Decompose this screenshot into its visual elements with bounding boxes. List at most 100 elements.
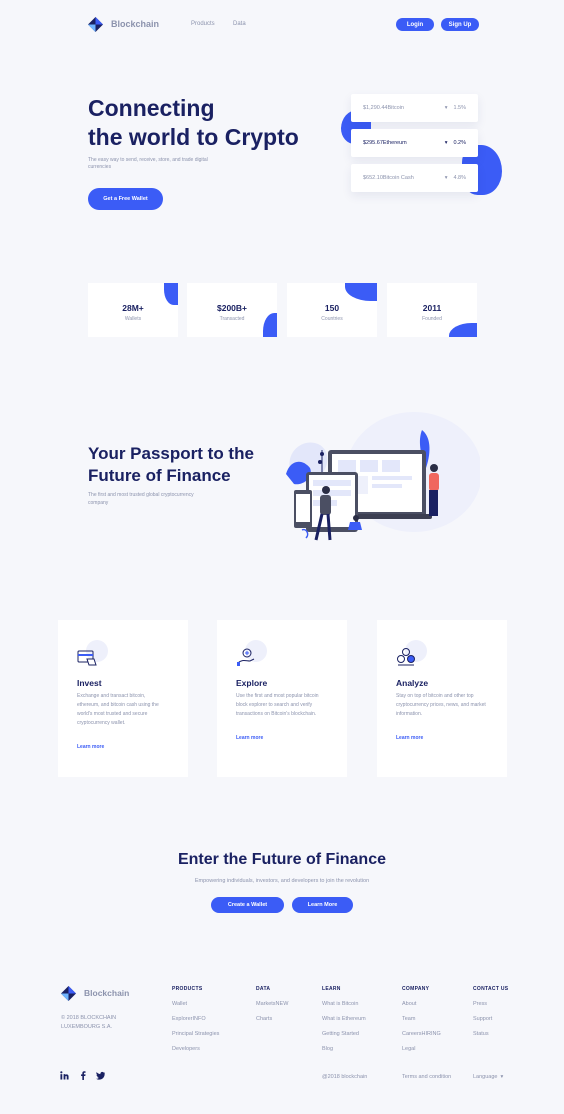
- change-value: 0.2%: [453, 140, 466, 146]
- footer-logo-icon[interactable]: [61, 986, 76, 1001]
- stat-label: Wallets: [124, 316, 142, 322]
- feature-title: Explore: [236, 678, 268, 688]
- price-card[interactable]: $295.67 Ethereum ▾ 0.2%: [351, 129, 478, 157]
- feature-text: Use the first and most popular bitcoin b…: [236, 693, 319, 717]
- feature-text: Exchange and transact bitcoin, ethereum,…: [77, 693, 159, 726]
- wallet-card-icon: [77, 650, 97, 666]
- learn-more-link[interactable]: Learn more: [236, 735, 328, 741]
- footer-link[interactable]: Developers: [172, 1046, 219, 1061]
- stat-value: $200B+: [216, 303, 247, 313]
- feature-card: Explore Use the first and most popular b…: [217, 620, 347, 777]
- footer-link[interactable]: Team: [402, 1016, 441, 1031]
- footer-bottom-copyright: @2018 blockchain: [322, 1074, 368, 1080]
- footer-link[interactable]: Legal: [402, 1046, 441, 1061]
- footer-heading: CONTACT US: [473, 986, 509, 992]
- price-change: ▾ 0.2%: [445, 140, 466, 146]
- footer-link[interactable]: About: [402, 1001, 441, 1016]
- price-change: ▾ 1.5%: [445, 105, 466, 111]
- chevron-down-icon: ▾: [500, 1074, 504, 1080]
- stat-value: 2011: [422, 303, 442, 313]
- stat-card: 28M+ Wallets: [88, 283, 178, 337]
- stat-label: Countries: [321, 316, 343, 322]
- change-value: 4.8%: [453, 175, 466, 181]
- linkedin-icon[interactable]: [60, 1071, 69, 1080]
- feature-card: Invest Exchange and transact bitcoin, et…: [58, 620, 188, 777]
- decor-blob: [164, 283, 178, 305]
- footer-link[interactable]: Charts: [256, 1016, 288, 1031]
- footer-column-contact: CONTACT US Press Support Status: [473, 986, 508, 1046]
- analyze-coins-icon: [397, 648, 415, 666]
- footer-link[interactable]: ExplorerINFO: [172, 1016, 219, 1031]
- decor-blob: [345, 283, 377, 301]
- coin-name: Bitcoin: [387, 105, 404, 111]
- decor-blob: [449, 323, 477, 337]
- footer-link[interactable]: Wallet: [172, 1001, 219, 1016]
- footer-column-products: PRODUCTS Wallet ExplorerINFO Principal S…: [172, 986, 219, 1061]
- explore-hand-icon: [237, 648, 255, 666]
- chevron-down-icon: ▾: [444, 140, 448, 146]
- footer-link[interactable]: What is Ethereum: [322, 1016, 366, 1031]
- footer-copyright: © 2018 BLOCKCHAIN LUXEMBOURG S.A.: [61, 1015, 117, 1030]
- price-card[interactable]: $652.10 Bitcoin Cash ▾ 4.8%: [351, 164, 478, 192]
- footer-link[interactable]: Support: [473, 1016, 508, 1031]
- stat-value: 28M+: [122, 303, 144, 313]
- footer-brand-name[interactable]: Blockchain: [84, 988, 129, 998]
- price-value: $1,290.44: [363, 105, 388, 111]
- chevron-down-icon: ▾: [444, 175, 448, 181]
- enter-title: Enter the Future of Finance: [177, 851, 386, 868]
- footer-link[interactable]: Blog: [322, 1046, 366, 1061]
- devices-illustration: [286, 412, 480, 541]
- stat-label: Transacted: [219, 316, 245, 322]
- stat-value: 150: [324, 303, 340, 313]
- footer-column-learn: LEARN What is Bitcoin What is Ethereum G…: [322, 986, 366, 1061]
- footer-heading: LEARN: [322, 986, 341, 992]
- footer-link[interactable]: CareersHIRING: [402, 1031, 441, 1046]
- price-value: $295.67: [363, 140, 383, 146]
- hero-title-line1: Connecting: [88, 95, 215, 121]
- passport-subtitle: The first and most trusted global crypto…: [88, 492, 194, 506]
- terms-link[interactable]: Terms and condition: [402, 1074, 451, 1080]
- price-change: ▾ 4.8%: [445, 175, 466, 181]
- create-wallet-button[interactable]: Create a Wallet: [211, 897, 284, 913]
- stat-card: 150 Countries: [287, 283, 377, 337]
- twitter-icon[interactable]: [96, 1071, 105, 1080]
- footer-heading: DATA: [256, 986, 271, 992]
- change-value: 1.5%: [453, 105, 466, 111]
- get-wallet-button[interactable]: Get a Free Wallet: [88, 188, 163, 210]
- login-button[interactable]: Login: [396, 18, 434, 31]
- footer-column-data: DATA MarketsNEW Charts: [256, 986, 288, 1031]
- nav-products[interactable]: Products: [191, 21, 215, 27]
- hero-title-line2: the world to Crypto: [88, 124, 299, 150]
- footer-column-company: COMPANY About Team CareersHIRING Legal: [402, 986, 441, 1061]
- feature-title: Invest: [77, 678, 102, 688]
- hero-title: Connecting the world to Crypto: [88, 94, 299, 152]
- feature-title: Analyze: [396, 678, 429, 688]
- signup-button[interactable]: Sign Up: [441, 18, 479, 31]
- footer-link[interactable]: MarketsNEW: [256, 1001, 288, 1016]
- logo-icon[interactable]: [88, 17, 103, 32]
- feature-card: Analyze Stay on top of bitcoin and other…: [377, 620, 507, 777]
- passport-title-line2: Future of Finance: [88, 466, 231, 485]
- chevron-down-icon: ▾: [444, 105, 448, 111]
- footer-link[interactable]: Principal Strategies: [172, 1031, 219, 1046]
- footer-link[interactable]: Status: [473, 1031, 508, 1046]
- footer-link[interactable]: What is Bitcoin: [322, 1001, 366, 1016]
- brand-name[interactable]: Blockchain: [111, 19, 159, 29]
- language-select[interactable]: Language ▾: [473, 1074, 503, 1080]
- passport-title-line1: Your Passport to the: [88, 444, 254, 463]
- price-card[interactable]: $1,290.44 Bitcoin ▾ 1.5%: [351, 94, 478, 122]
- passport-title: Your Passport to the Future of Finance: [88, 443, 254, 487]
- price-value: $652.10: [363, 175, 383, 181]
- learn-more-link[interactable]: Learn more: [77, 744, 169, 750]
- learn-more-link[interactable]: Learn more: [396, 735, 488, 741]
- footer-link[interactable]: Press: [473, 1001, 508, 1016]
- nav-data[interactable]: Data: [233, 21, 246, 27]
- facebook-icon[interactable]: [79, 1071, 88, 1080]
- footer-link[interactable]: Getting Started: [322, 1031, 366, 1046]
- enter-subtitle: Empowering individuals, investors, and d…: [194, 878, 370, 884]
- stat-label: Founded: [422, 316, 442, 322]
- coin-name: Ethereum: [382, 140, 407, 146]
- footer-heading: COMPANY: [402, 986, 430, 992]
- stat-card: $200B+ Transacted: [187, 283, 277, 337]
- learn-more-button[interactable]: Learn More: [292, 897, 353, 913]
